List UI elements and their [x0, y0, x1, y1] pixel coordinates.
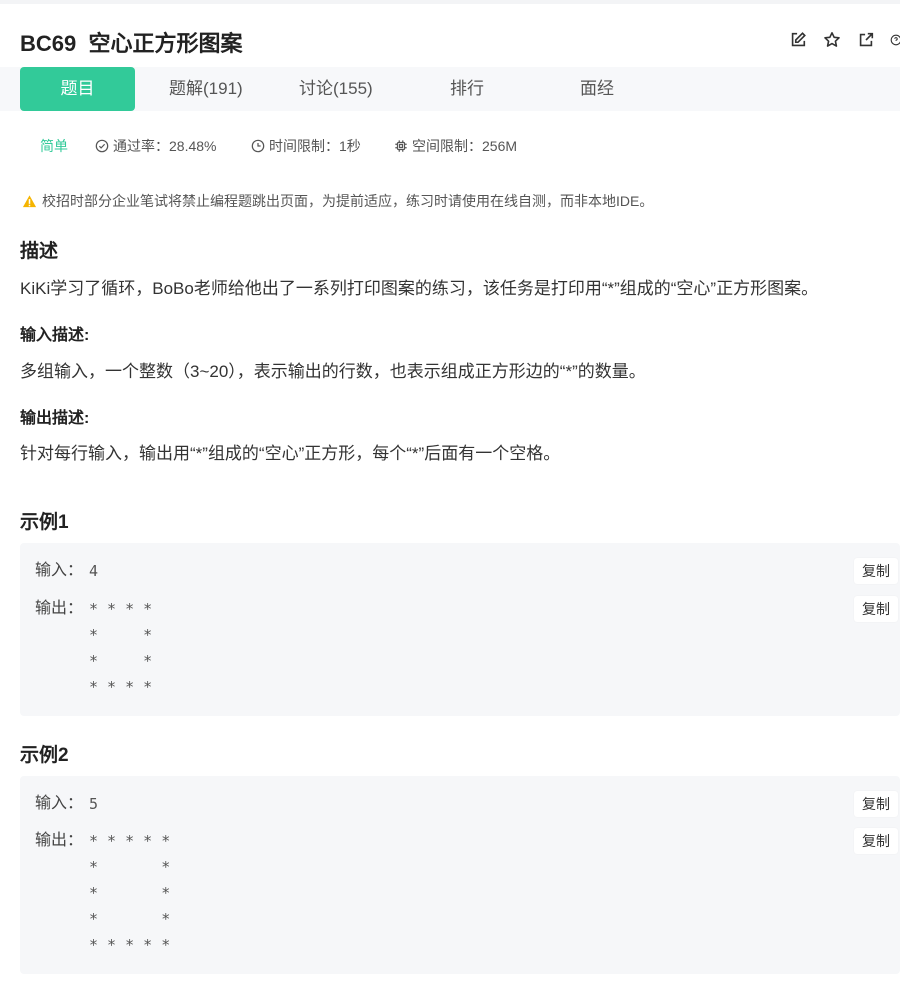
page-title: BC69 空心正方形图案 — [20, 31, 243, 56]
example1-heading: 示例1 — [20, 512, 69, 533]
output-desc-text: 针对每行输入，输出用“*”组成的“空心”正方形，每个“*”后面有一个空格。 — [20, 444, 561, 463]
star-icon[interactable] — [822, 30, 842, 50]
edit-icon[interactable] — [788, 30, 808, 50]
time-limit: 时间限制：1秒 — [251, 137, 361, 155]
tab-interview[interactable]: 面经 — [580, 67, 614, 111]
difficulty-badge: 简单 — [40, 138, 68, 154]
example2-output-value[interactable]: * * * * * * * * * * * * * * * * — [89, 828, 170, 958]
header-actions — [788, 30, 900, 50]
tab-solutions[interactable]: 题解(191) — [169, 67, 243, 111]
tab-ranking[interactable]: 排行 — [450, 67, 484, 111]
help-icon[interactable] — [890, 30, 900, 50]
tab-problem[interactable]: 题目 — [20, 67, 135, 111]
description-text: KiKi学习了循环，BoBo老师给他出了一系列打印图案的练习，该任务是打印用“*… — [20, 279, 819, 298]
memory-limit: 空间限制：256M — [394, 137, 517, 155]
warning-icon — [22, 194, 37, 207]
example1-input-value[interactable]: 4 — [89, 558, 98, 584]
tab-bar: 题目 题解(191) 讨论(155) 排行 面经 — [0, 67, 900, 111]
example2-output-copy-button[interactable]: 复制 — [854, 828, 898, 854]
example2-output-row: 输出： * * * * * * * * * * * * * * * * — [35, 828, 170, 958]
example1-output-row: 输出： * * * * * * * * * * * * — [35, 596, 152, 700]
example1-output-value[interactable]: * * * * * * * * * * * * — [89, 596, 152, 700]
description-heading: 描述 — [20, 241, 59, 262]
example2-panel: 输入： 5 复制 输出： * * * * * * * * * * * * * *… — [20, 776, 900, 974]
top-strip — [0, 0, 900, 4]
input-desc-heading: 输入描述: — [20, 327, 90, 344]
example1-output-copy-button[interactable]: 复制 — [854, 596, 898, 622]
clock-icon — [251, 139, 265, 153]
example2-input-copy-button[interactable]: 复制 — [854, 791, 898, 817]
example2-heading: 示例2 — [20, 745, 69, 766]
example1-input-copy-button[interactable]: 复制 — [854, 558, 898, 584]
share-icon[interactable] — [856, 30, 876, 50]
input-desc-text: 多组输入，一个整数（3~20），表示输出的行数，也表示组成正方形边的“*”的数量… — [20, 362, 646, 381]
output-desc-heading: 输出描述: — [20, 410, 90, 427]
example1-input-row: 输入： 4 — [35, 558, 98, 584]
example2-input-value[interactable]: 5 — [89, 791, 98, 817]
example2-input-row: 输入： 5 — [35, 791, 98, 817]
chip-icon — [395, 140, 407, 152]
check-circle-icon — [95, 139, 109, 153]
example1-panel: 输入： 4 复制 输出： * * * * * * * * * * * * 复制 — [20, 543, 900, 716]
pass-rate: 通过率：28.48% — [95, 137, 216, 155]
tab-discussion[interactable]: 讨论(155) — [299, 67, 373, 111]
notice-banner: 校招时部分企业笔试将禁止编程题跳出页面，为提前适应，练习时请使用在线自测，而非本… — [22, 191, 653, 211]
